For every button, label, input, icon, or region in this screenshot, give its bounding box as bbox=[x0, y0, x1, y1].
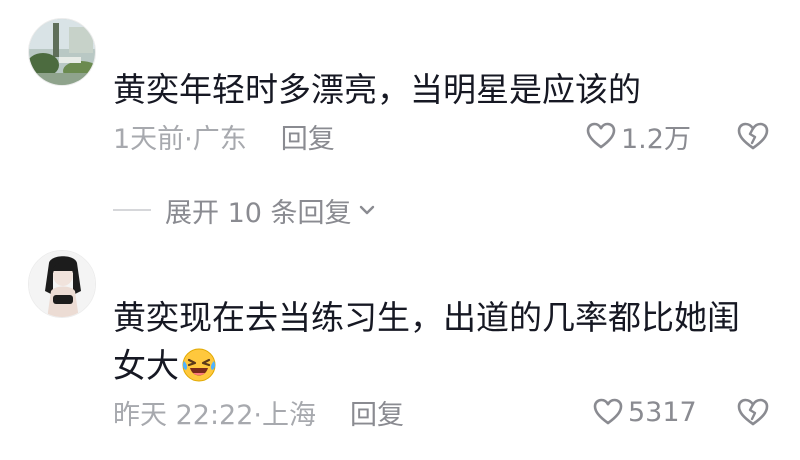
comment-meta: 昨天 22:22·上海 回复 bbox=[113, 392, 404, 432]
chevron-down-icon bbox=[359, 205, 374, 215]
avatar[interactable] bbox=[28, 250, 96, 318]
divider-line bbox=[113, 209, 151, 211]
comment-text: 黄奕现在去当练习生，出道的几率都比她闺女大 bbox=[113, 294, 768, 396]
like-button[interactable]: 5317 bbox=[592, 392, 697, 432]
broken-heart-icon bbox=[737, 398, 769, 426]
broken-heart-icon bbox=[737, 122, 769, 150]
comment-text: 黄奕年轻时多漂亮，当明星是应该的 bbox=[113, 70, 641, 109]
reply-button[interactable]: 回复 bbox=[281, 117, 335, 156]
like-count: 1.2万 bbox=[621, 123, 691, 155]
comment-item: 黄奕现在去当练习生，出道的几率都比她闺女大 昨天 22:22·上海 回复 531… bbox=[0, 238, 800, 460]
comment-item: 黄奕年轻时多漂亮，当明星是应该的 1天前·广东 回复 1.2万 展开 10 条回… bbox=[0, 0, 800, 229]
dislike-button[interactable] bbox=[736, 395, 770, 429]
expand-replies-label: 展开 10 条回复 bbox=[165, 197, 352, 229]
time-location: 1天前·广东 bbox=[113, 123, 247, 155]
time-location: 昨天 22:22·上海 bbox=[113, 399, 316, 431]
like-count: 5317 bbox=[628, 396, 697, 428]
heart-outline-icon bbox=[593, 398, 623, 425]
comment-meta: 1天前·广东 回复 bbox=[113, 116, 335, 156]
avatar[interactable] bbox=[28, 18, 96, 86]
laughing-crying-emoji-icon bbox=[181, 347, 217, 396]
expand-replies-button[interactable]: 展开 10 条回复 bbox=[113, 190, 378, 230]
heart-outline-icon bbox=[586, 122, 616, 149]
like-button[interactable]: 1.2万 bbox=[585, 116, 691, 156]
dislike-button[interactable] bbox=[736, 119, 770, 153]
avatar-image bbox=[29, 251, 95, 317]
reply-button[interactable]: 回复 bbox=[350, 393, 404, 432]
avatar-image bbox=[29, 19, 95, 85]
